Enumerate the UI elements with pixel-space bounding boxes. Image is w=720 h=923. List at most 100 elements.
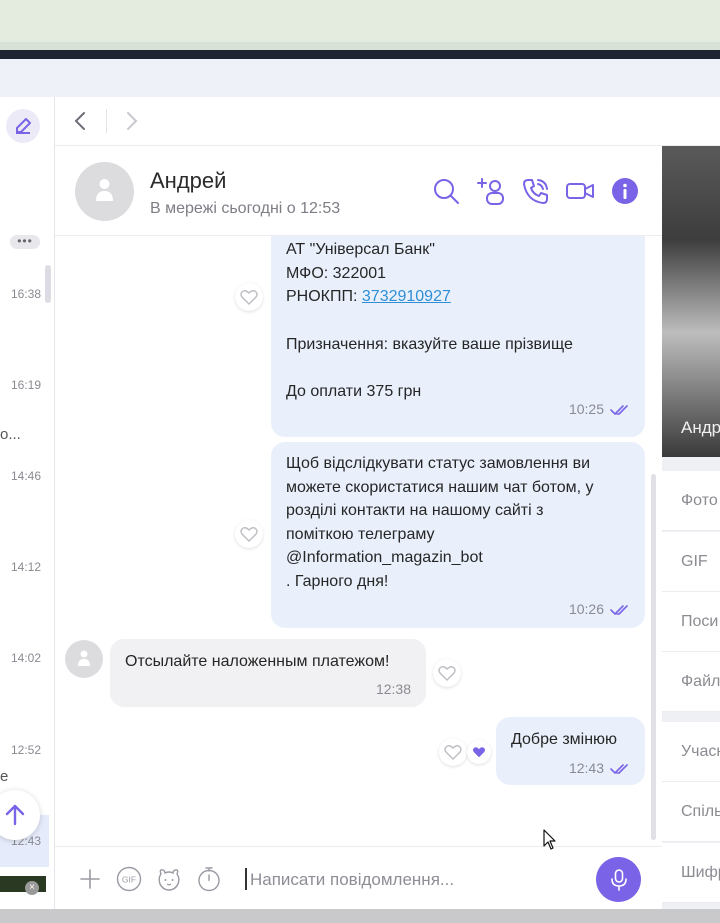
window-border [0, 50, 720, 59]
contact-info-panel: Андр Фото GIF Поси Файл Учасн Спіль Шифр [662, 146, 720, 909]
sticker-button[interactable] [156, 866, 182, 892]
contact-name[interactable]: Андрей [150, 168, 226, 194]
arrow-up-icon [5, 804, 25, 826]
panel-item-photos[interactable]: Фото [662, 471, 720, 531]
message-text-prefix: РНОКПП: [286, 288, 362, 305]
panel-item-encryption[interactable]: Шифр [662, 843, 720, 903]
panel-item-files[interactable]: Файл [662, 652, 720, 712]
phone-icon [523, 179, 548, 204]
message-text: АТ "Універсал Банк" [286, 241, 435, 258]
message-text: розділі контакти на нашому сайті з [286, 502, 544, 519]
avatar[interactable] [75, 162, 134, 221]
message-time: 12:43 [568, 760, 604, 776]
edit-icon [16, 118, 31, 134]
voice-message-button[interactable] [596, 857, 641, 902]
message-input[interactable] [250, 869, 580, 891]
message-list: АТ "Універсал Банк" МФО: 322001 РНОКПП: … [55, 236, 662, 846]
navigation-bar [55, 97, 720, 146]
contact-name-overlay: Андр [681, 418, 720, 437]
bear-sticker-icon [158, 869, 180, 891]
os-top-bar [0, 0, 720, 42]
info-icon [612, 178, 638, 204]
panel-item-participants[interactable]: Учасн [662, 722, 720, 782]
heart-icon [240, 290, 258, 305]
mouse-cursor-icon [543, 829, 556, 850]
message-meta: 10:25 [569, 398, 630, 422]
add-participant-button[interactable] [476, 176, 506, 206]
message-time: 12:38 [375, 681, 411, 697]
message-text: поміткою телеграму [286, 525, 435, 543]
video-thumbnail[interactable] [0, 876, 46, 892]
panel-item-links[interactable]: Поси [662, 592, 720, 652]
message-meta: 10:26 [569, 598, 630, 622]
plus-icon [80, 869, 100, 889]
chat-time: 14:46 [11, 469, 42, 483]
chat-snippet: о... [0, 426, 21, 443]
chevron-left-icon [74, 112, 85, 130]
message-text: @Information_magazin_bot [286, 549, 483, 566]
svg-text:GIF: GIF [122, 875, 136, 885]
chat-list-sidebar: ••• 16:38 16:19 о... 14:46 14:12 14:02 1… [0, 97, 55, 909]
call-button[interactable] [521, 176, 551, 206]
video-call-button[interactable] [565, 176, 595, 206]
more-options-button[interactable]: ••• [10, 235, 40, 249]
reaction-badge[interactable] [467, 740, 491, 764]
attach-button[interactable] [77, 866, 103, 892]
outgoing-message[interactable]: Добре змінюю 12:43 [496, 717, 645, 785]
panel-item-gif[interactable]: GIF [662, 532, 720, 592]
chat-time: 14:02 [11, 651, 42, 665]
os-top-bar-lower [0, 42, 720, 50]
timer-button[interactable] [196, 866, 222, 892]
outgoing-message[interactable]: Щоб відслідкувати статус замовлення ви м… [271, 442, 645, 628]
message-composer: GIF [55, 846, 662, 910]
incoming-message[interactable]: Отсылайте наложенным платежом! 12:38 [110, 639, 426, 707]
contact-status: В мережі сьогодні о 12:53 [150, 200, 341, 217]
forward-button[interactable] [119, 109, 143, 133]
avatar[interactable] [65, 640, 103, 678]
message-time: 10:26 [568, 601, 604, 617]
close-icon[interactable]: × [25, 881, 39, 895]
chat-time: 16:38 [11, 287, 42, 301]
sidebar-scrollbar[interactable] [45, 265, 51, 303]
panel-item-shared[interactable]: Спіль [662, 782, 720, 842]
user-icon [96, 179, 113, 201]
chat-snippet: е [0, 768, 9, 785]
search-button[interactable] [431, 176, 461, 206]
heart-icon [438, 666, 456, 681]
message-meta: 12:38 [376, 681, 411, 697]
chat-time: 14:12 [11, 560, 42, 574]
double-check-icon [610, 763, 628, 774]
outgoing-message[interactable]: АТ "Універсал Банк" МФО: 322001 РНОКПП: … [271, 236, 645, 437]
message-text: МФО: 322001 [286, 264, 387, 282]
microphone-icon [610, 868, 627, 891]
compose-button[interactable] [6, 109, 40, 143]
user-icon [78, 650, 90, 666]
chevron-right-icon [127, 112, 138, 130]
app-header [0, 59, 720, 97]
message-text: Призначення: вказуйте ваше прізвище [286, 335, 573, 353]
like-button[interactable] [433, 659, 461, 687]
double-check-icon [610, 404, 628, 415]
os-bottom-bar [0, 909, 720, 923]
chat-time: 16:19 [11, 378, 42, 392]
search-icon [434, 179, 459, 204]
info-button[interactable] [610, 176, 640, 206]
heart-icon [240, 527, 258, 542]
contact-photo[interactable] [662, 146, 720, 457]
chat-time: 12:52 [11, 743, 42, 757]
video-camera-icon [566, 183, 594, 199]
phone-link[interactable]: 3732910927 [362, 288, 451, 305]
like-button[interactable] [439, 738, 467, 766]
stopwatch-icon [198, 867, 220, 892]
heart-icon [444, 745, 462, 760]
message-text: РНОКПП: 3732910927 [286, 285, 630, 309]
message-scrollbar[interactable] [651, 474, 656, 840]
nav-divider [106, 109, 107, 133]
back-button[interactable] [69, 109, 93, 133]
message-text: Отсылайте наложенным платежом! [125, 653, 390, 670]
gif-button[interactable]: GIF [116, 866, 142, 892]
message-text: Щоб відслідкувати статус замовлення ви [286, 455, 591, 472]
like-button[interactable] [235, 520, 263, 548]
message-text: Добре змінюю [511, 731, 618, 748]
like-button[interactable] [235, 283, 263, 311]
